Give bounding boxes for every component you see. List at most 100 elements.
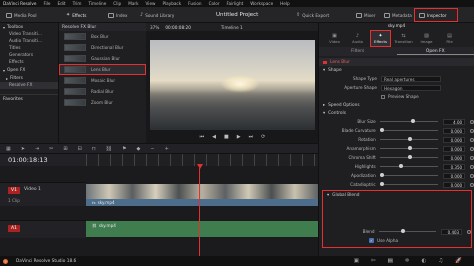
track-label-a1[interactable]: A1 xyxy=(8,225,20,232)
use-alpha-checkbox[interactable]: ✓ xyxy=(369,238,374,243)
quick-export-button[interactable]: ⇪ Quick Export xyxy=(292,9,333,21)
menu-item[interactable]: File xyxy=(43,1,50,6)
subtab-open-fx[interactable]: Open FX xyxy=(396,49,474,55)
zoom-in-icon[interactable]: + xyxy=(165,146,169,152)
menu-item[interactable]: Mark xyxy=(128,1,138,6)
inspector-tab-image[interactable]: ▨ Image xyxy=(417,31,436,46)
video-clip[interactable]: fx sky.mp4 xyxy=(86,199,318,206)
inspector-tab-video[interactable]: ▣ Video xyxy=(325,31,344,46)
param-value[interactable]: 0.000 xyxy=(443,127,466,134)
color-page-icon[interactable]: ◐ xyxy=(421,258,426,264)
stop-icon[interactable]: ■ xyxy=(224,134,229,140)
fx-list-item[interactable]: Lens Blur xyxy=(59,64,146,75)
blade-tool-icon[interactable]: ✂ xyxy=(49,146,53,152)
selection-tool-icon[interactable]: ➤ xyxy=(21,146,25,152)
menu-item[interactable]: Trim xyxy=(73,1,82,6)
menu-item[interactable]: Fairlight xyxy=(227,1,244,6)
param-slider-knob[interactable] xyxy=(407,146,412,150)
reset-icon[interactable] xyxy=(470,128,474,133)
param-slider-knob[interactable] xyxy=(379,173,384,177)
deliver-page-icon[interactable]: 🚀 xyxy=(455,258,462,264)
section-shape[interactable]: ▾ Shape xyxy=(319,66,474,74)
param-value[interactable]: 4.00 xyxy=(443,118,466,125)
reset-icon[interactable] xyxy=(470,146,474,151)
section-controls[interactable]: ▾ Controls xyxy=(319,109,474,117)
reset-icon[interactable] xyxy=(470,137,474,142)
cut-page-icon[interactable]: ✄ xyxy=(371,258,376,264)
menu-item[interactable]: Playback xyxy=(162,1,181,6)
track-label-v1[interactable]: V1 xyxy=(8,187,20,194)
menu-item[interactable]: Color xyxy=(209,1,220,6)
preview-shape-checkbox[interactable] xyxy=(381,94,385,99)
inspector-tab-audio[interactable]: ♪ Audio xyxy=(348,31,367,46)
toolbox-item[interactable]: ▾ Toolbox xyxy=(0,23,58,31)
menu-item[interactable]: Clip xyxy=(113,1,121,6)
use-alpha-row[interactable]: ✓ Use Alpha xyxy=(323,236,471,245)
reset-icon[interactable] xyxy=(470,119,474,124)
param-slider-knob[interactable] xyxy=(379,128,384,132)
aperture-shape-select[interactable]: Hexagon xyxy=(381,84,441,91)
menu-item[interactable]: Timeline xyxy=(88,1,106,6)
edit-page-icon[interactable]: ▤ xyxy=(388,258,393,264)
viewer-video-frame[interactable] xyxy=(150,40,315,130)
link-icon[interactable]: ⛓ xyxy=(106,146,112,152)
preview-shape-row[interactable]: Preview Shape xyxy=(319,92,474,101)
inspector-tab-effects[interactable]: ✦ Effects xyxy=(370,30,391,47)
fx-list-item[interactable]: Box Blur xyxy=(59,31,146,42)
param-slider-knob[interactable] xyxy=(399,164,404,168)
param-slider[interactable] xyxy=(379,128,439,132)
play-icon[interactable]: ▶ xyxy=(237,134,241,140)
sound-library-button[interactable]: ♪ Sound Library xyxy=(136,9,178,21)
param-slider[interactable] xyxy=(379,155,439,159)
resolve-fx-item[interactable]: Resolve FX xyxy=(0,82,58,89)
param-slider[interactable] xyxy=(379,164,439,168)
index-button[interactable]: Index xyxy=(104,9,132,21)
playhead-head[interactable] xyxy=(197,164,203,169)
menu-item[interactable]: View xyxy=(146,1,156,6)
param-slider[interactable] xyxy=(379,137,439,141)
loop-icon[interactable]: ⟳ xyxy=(261,134,265,140)
favorites-header[interactable]: Favorites xyxy=(0,94,58,103)
filters-item[interactable]: ▸ Filters xyxy=(0,74,58,82)
skip-back-icon[interactable]: ⏮ xyxy=(200,134,205,140)
blend-value[interactable]: 0.403 xyxy=(440,228,463,235)
flag-icon[interactable]: ⚑ xyxy=(122,146,126,152)
reverse-icon[interactable]: ◀ xyxy=(212,134,216,140)
sidebar-item[interactable]: Effects xyxy=(0,59,58,66)
reset-icon[interactable] xyxy=(470,164,474,169)
blend-slider-knob[interactable] xyxy=(401,229,406,233)
overwrite-icon[interactable]: ⊟ xyxy=(78,146,82,152)
sidebar-item[interactable]: Titles xyxy=(0,45,58,52)
video-clip-thumbnails[interactable] xyxy=(86,184,318,199)
param-value[interactable]: 0.000 xyxy=(443,172,466,179)
insert-icon[interactable]: ⊞ xyxy=(63,146,67,152)
timeline-name[interactable]: Timeline 1 xyxy=(221,25,243,30)
skip-forward-icon[interactable]: ⏭ xyxy=(249,134,254,140)
media-page-icon[interactable]: ▣ xyxy=(354,258,359,264)
param-value[interactable]: 0.350 xyxy=(443,163,466,170)
menu-item[interactable]: Edit xyxy=(57,1,65,6)
param-slider[interactable] xyxy=(379,182,439,186)
param-value[interactable]: 0.000 xyxy=(443,145,466,152)
fx-list-item[interactable]: Zoom Blur xyxy=(59,97,146,108)
inspector-tab-file[interactable]: ▤ File xyxy=(440,31,459,46)
param-slider[interactable] xyxy=(379,119,439,123)
inspector-tab-transition[interactable]: ⇆ Transition xyxy=(394,31,413,46)
trim-tool-icon[interactable]: ⇥ xyxy=(35,146,39,152)
marker-icon[interactable]: ◆ xyxy=(137,146,141,152)
fx-list-item[interactable]: Radial Blur xyxy=(59,86,146,97)
snapping-icon[interactable]: ⊓ xyxy=(92,146,96,152)
subtab-filters[interactable]: Filters xyxy=(319,49,397,54)
audio-clip[interactable]: ⛓ sky.mp4 xyxy=(86,221,318,237)
fx-list-item[interactable]: Directional Blur xyxy=(59,42,146,53)
effects-button[interactable]: ✦ Effects xyxy=(62,9,90,21)
reset-icon[interactable] xyxy=(470,173,474,178)
menu-item[interactable]: DaVinci Resolve xyxy=(3,1,36,6)
menu-item[interactable]: Fusion xyxy=(188,1,201,6)
reset-icon[interactable] xyxy=(470,182,474,187)
fx-list-item[interactable]: Mosaic Blur xyxy=(59,75,146,86)
effect-toggle-icon[interactable] xyxy=(323,60,327,64)
media-pool-button[interactable]: Media Pool xyxy=(2,9,41,21)
menu-item[interactable]: Help xyxy=(280,1,290,6)
param-slider-knob[interactable] xyxy=(379,182,384,186)
